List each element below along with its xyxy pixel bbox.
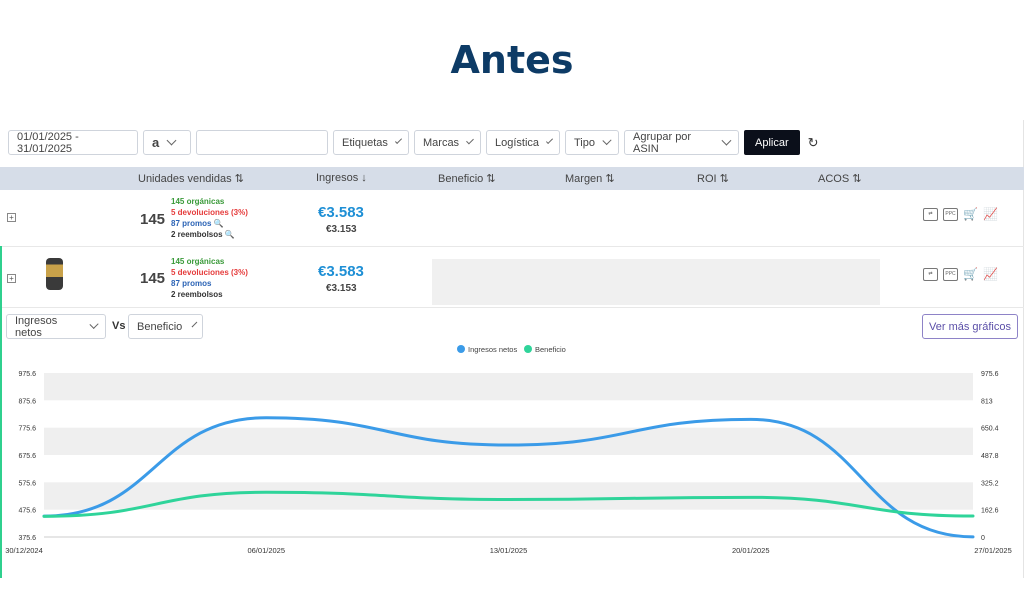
row-actions: ⇄ PPC 🛒 📈 [923,268,998,281]
left-metric-select[interactable]: Ingresos netos [6,314,106,339]
date-range-picker[interactable]: 01/01/2025 - 31/01/2025 [8,130,138,155]
organic-text: 145 orgánicas [171,257,225,266]
revenue-value: €3.583 [318,263,364,280]
more-charts-button[interactable]: Ver más gráficos [922,314,1018,339]
grid-band [44,482,973,510]
vs-label: Vs [112,320,126,332]
marketplace-select[interactable]: a [143,130,191,155]
header-profit[interactable]: Beneficio ⇅ [438,172,496,185]
left-tick-label: 775.6 [18,426,36,433]
header-acos[interactable]: ACOS ⇅ [818,172,861,185]
units-value: 145 [140,211,166,228]
table-row: + 145 145 orgánicas 5 devoluciones (3%) … [0,190,1024,247]
chevron-down-icon [191,321,198,328]
left-tick-label: 675.6 [18,453,36,460]
line-chart: 975.6 875.6 775.6 675.6 575.6 475.6 375.6 975.6… [5,345,1012,555]
revenue-subvalue: €3.153 [326,224,357,235]
right-tick-label: 975.6 [981,371,999,378]
revenue-value: €3.583 [318,204,364,221]
returns-text: 5 devoluciones (3%) [171,208,248,217]
x-tick-label: 30/12/2024 [5,546,43,555]
legend-marker [524,345,532,353]
chevron-down-icon [394,136,403,145]
chevron-down-icon [166,135,177,146]
refunds-link[interactable]: 2 reembolsos [171,289,248,300]
legend-label: Ingresos netos [468,345,517,354]
header-units[interactable]: Unidades vendidas ⇅ [138,172,244,185]
header-roi[interactable]: ROI ⇅ [697,172,729,185]
product-image [46,258,63,290]
revenue-subvalue: €3.153 [326,283,357,294]
date-range-label: 01/01/2025 - 31/01/2025 [17,130,79,155]
chevron-down-icon [721,135,732,146]
chart-icon[interactable]: 📈 [983,268,998,281]
refunds-link[interactable]: 2 reembolsos 🔍 [171,229,248,240]
row-actions: ⇄ PPC 🛒 📈 [923,208,998,221]
right-metric-select[interactable]: Beneficio [128,314,203,339]
compare-icon[interactable]: ⇄ [923,268,938,281]
x-tick-label: 06/01/2025 [247,546,285,555]
right-tick-label: 487.8 [981,453,999,460]
units-value: 145 [140,270,166,287]
search-input[interactable] [196,130,328,155]
filter-bar: 01/01/2025 - 31/01/2025 a Etiquetas Marc… [8,130,819,155]
brands-select[interactable]: Marcas [414,130,481,155]
header-margin[interactable]: Margen ⇅ [565,172,615,185]
left-tick-label: 475.6 [18,508,36,515]
organic-text: 145 orgánicas [171,197,225,206]
loading-placeholder [432,259,880,305]
legend-label: Beneficio [535,345,566,354]
chevron-down-icon [602,135,612,146]
analytics-panel: 01/01/2025 - 31/01/2025 a Etiquetas Marc… [0,120,1024,578]
left-tick-label: 875.6 [18,398,36,405]
left-tick-label: 375.6 [18,535,36,542]
table-header: Unidades vendidas ⇅ Ingresos ↓ Beneficio… [0,167,1024,190]
compare-icon[interactable]: ⇄ [923,208,938,221]
chart-icon[interactable]: 📈 [983,208,998,221]
units-breakdown: 145 orgánicas 5 devoluciones (3%) 87 pro… [171,256,248,300]
tags-select[interactable]: Etiquetas [333,130,409,155]
right-tick-label: 813 [981,398,993,405]
right-tick-label: 650.4 [981,426,999,433]
apply-button[interactable]: Aplicar [744,130,800,155]
legend-marker [457,345,465,353]
x-tick-label: 27/01/2025 [974,546,1012,555]
grid-band [44,373,973,401]
left-tick-label: 975.6 [18,371,36,378]
logistics-select[interactable]: Logística [486,130,560,155]
x-tick-label: 20/01/2025 [732,546,770,555]
returns-text: 5 devoluciones (3%) [171,268,248,277]
ppc-icon[interactable]: PPC [943,208,958,221]
type-select[interactable]: Tipo [565,130,619,155]
right-tick-label: 325.2 [981,480,999,487]
ppc-icon[interactable]: PPC [943,268,958,281]
units-breakdown: 145 orgánicas 5 devoluciones (3%) 87 pro… [171,196,248,240]
cart-icon[interactable]: 🛒 [963,268,978,281]
right-tick-label: 0 [981,535,985,542]
expand-icon[interactable]: + [7,213,16,222]
group-by-select[interactable]: Agrupar por ASIN [624,130,739,155]
chevron-down-icon [466,136,474,145]
left-tick-label: 575.6 [18,480,36,487]
promos-link[interactable]: 87 promos 🔍 [171,218,248,229]
header-revenue[interactable]: Ingresos ↓ [316,172,367,184]
page-heading: Antes [450,38,574,82]
cart-icon[interactable]: 🛒 [963,208,978,221]
promos-link[interactable]: 87 promos [171,278,248,289]
amazon-icon: a [152,135,160,150]
reset-icon[interactable]: ↻ [808,135,819,151]
expand-icon[interactable]: + [7,274,16,283]
x-tick-label: 13/01/2025 [490,546,528,555]
chevron-down-icon [545,136,554,145]
chevron-down-icon [89,319,99,330]
right-tick-label: 162.6 [981,508,999,515]
